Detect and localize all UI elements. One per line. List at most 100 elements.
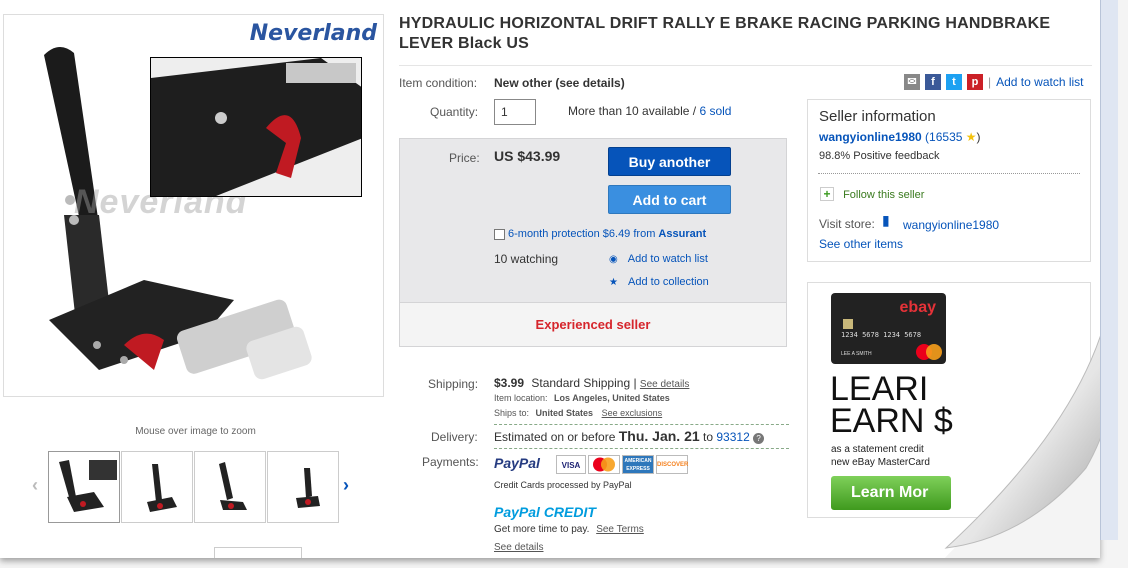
twitter-icon[interactable]: t (946, 74, 962, 90)
price-label: Price: (449, 151, 480, 165)
discover-card-icon: DISCOVER (656, 455, 688, 474)
ships-label: Ships to: (494, 408, 530, 418)
divider (399, 65, 1092, 66)
visa-card-icon: VISA (556, 455, 586, 474)
thumbnail-2[interactable] (121, 451, 193, 523)
protection-offer[interactable]: 6-month protection $6.49 from Assurant (508, 228, 706, 240)
zoom-hint: Mouse over image to zoom (135, 426, 256, 437)
exclusions-link[interactable]: See exclusions (602, 408, 663, 418)
location-label: Item location: (494, 393, 548, 403)
thumbnail-strip (48, 451, 339, 523)
ad-headline: LEARI EARN $ (830, 370, 953, 440)
visit-store-label: Visit store: (819, 217, 875, 231)
facebook-icon[interactable]: f (925, 74, 941, 90)
delivery-date: Thu. Jan. 21 (618, 428, 700, 444)
availability-text: More than 10 available / 6 sold (568, 104, 731, 118)
item-location: Item location: Los Angeles, United State… (494, 393, 670, 403)
shipping-details-link[interactable]: See details (640, 379, 689, 390)
paypal-credit-logo: PayPal CREDIT (494, 504, 596, 520)
experienced-seller-badge: Experienced seller (400, 302, 786, 346)
paypal-credit-note: Get more time to pay. See Terms (494, 524, 644, 535)
pinterest-icon[interactable]: p (967, 74, 983, 90)
seller-score-close: ) (976, 130, 981, 144)
mastercard-card-icon (588, 455, 620, 474)
bottom-tab[interactable] (214, 547, 302, 558)
add-to-cart-button[interactable]: Add to cart (608, 185, 731, 214)
seller-score[interactable]: (16535 (925, 130, 962, 144)
email-icon[interactable]: ✉ (904, 74, 920, 90)
add-watch-link[interactable]: Add to watch list (628, 253, 708, 265)
shipping-method: Standard Shipping | (531, 376, 637, 390)
add-watch-action[interactable]: ◉ Add to watch list (609, 253, 708, 265)
availability-count: More than 10 available / (568, 104, 697, 118)
amex-card-icon: AMERICAN EXPRESS (622, 455, 654, 474)
watching-count: 10 watching (494, 252, 559, 266)
delivery-estimate: Estimated on or before Thu. Jan. 21 to 9… (494, 428, 765, 444)
protection-checkbox[interactable] (494, 229, 505, 240)
add-collection-action[interactable]: ★ Add to collection (609, 276, 709, 288)
main-product-image[interactable]: Neverland Neverland (3, 14, 384, 397)
shipping-label: Shipping: (428, 377, 479, 391)
sold-link[interactable]: 6 sold (699, 104, 731, 118)
plus-icon: + (820, 187, 834, 201)
ships-value: United States (535, 408, 594, 418)
seller-name-link[interactable]: wangyionline1980 (819, 130, 922, 144)
buy-another-button[interactable]: Buy another (608, 147, 731, 176)
seller-divider (818, 173, 1080, 174)
item-title: HYDRAULIC HORIZONTAL DRIFT RALLY E BRAKE… (399, 15, 1051, 52)
ships-to: Ships to: United States See exclusions (494, 408, 662, 418)
delivery-divider-bottom (494, 448, 789, 449)
listing-page: Neverland Neverland Mouse over image to … (0, 0, 1100, 558)
chip-icon (843, 319, 853, 329)
delivery-label: Delivery: (431, 430, 478, 444)
follow-seller[interactable]: + Follow this seller (820, 187, 924, 201)
quantity-input[interactable] (494, 99, 536, 125)
thumbnail-4[interactable] (267, 451, 339, 523)
other-items-link[interactable]: See other items (819, 237, 903, 251)
condition-value[interactable]: New other (see details) (494, 76, 625, 90)
card-number: 1234 5678 1234 5678 (841, 331, 922, 339)
ad-headline-line2: EARN $ (830, 402, 953, 440)
seller-heading: Seller information (819, 108, 936, 125)
paypal-logo: PayPal (494, 455, 540, 471)
star-rating-icon: ★ (965, 130, 977, 144)
delivery-to: to (703, 430, 714, 444)
watch-list-link[interactable]: Add to watch list (996, 75, 1083, 89)
credit-note-text: Get more time to pay. (494, 524, 590, 535)
chevron-left-icon[interactable]: ‹ (32, 475, 38, 496)
detail-inset-image (150, 57, 362, 197)
credit-card-image: ebay 1234 5678 1234 5678 LEE A SMITH (831, 293, 946, 364)
ad-line1: as a statement credit (831, 444, 924, 455)
card-brand: ebay (899, 299, 936, 316)
paypal-note: Credit Cards processed by PayPal (494, 480, 632, 490)
star-icon: ★ (609, 277, 618, 288)
chevron-right-icon[interactable]: › (343, 475, 349, 496)
seller-name-row: wangyionline1980 (16535 ★) (819, 130, 981, 144)
ad-headline-line1: LEARI (830, 370, 929, 408)
store-link[interactable]: wangyionline1980 (903, 218, 999, 232)
price-value: US $43.99 (494, 148, 561, 164)
shipping-cost: $3.99 (494, 376, 525, 390)
payments-label: Payments: (422, 455, 479, 469)
payments-details-link[interactable]: See details (494, 542, 543, 553)
protection-brand: Assurant (658, 228, 707, 240)
seller-feedback: 98.8% Positive feedback (819, 150, 940, 162)
thumbnail-1[interactable] (48, 451, 120, 523)
quantity-label: Quantity: (430, 105, 479, 119)
zip-link[interactable]: 93312 (716, 430, 749, 444)
add-collection-link[interactable]: Add to collection (628, 276, 709, 288)
delivery-divider-top (494, 424, 789, 425)
protection-text: 6-month protection $6.49 from (508, 228, 656, 240)
help-icon[interactable]: ? (753, 433, 765, 444)
delivery-prefix: Estimated on or before (494, 430, 616, 444)
shipping-row: $3.99 Standard Shipping | See details (494, 376, 689, 390)
vertical-scrollbar[interactable] (1100, 0, 1118, 540)
see-terms-link[interactable]: See Terms (596, 524, 644, 535)
thumbnail-3[interactable] (194, 451, 266, 523)
learn-more-button[interactable]: Learn Mor (831, 476, 951, 510)
condition-label: Item condition: (399, 76, 478, 90)
location-value: Los Angeles, United States (554, 393, 670, 403)
page-curl-decoration (944, 335, 1100, 558)
card-holder: LEE A SMITH (841, 351, 872, 357)
follow-seller-link[interactable]: Follow this seller (843, 189, 924, 201)
